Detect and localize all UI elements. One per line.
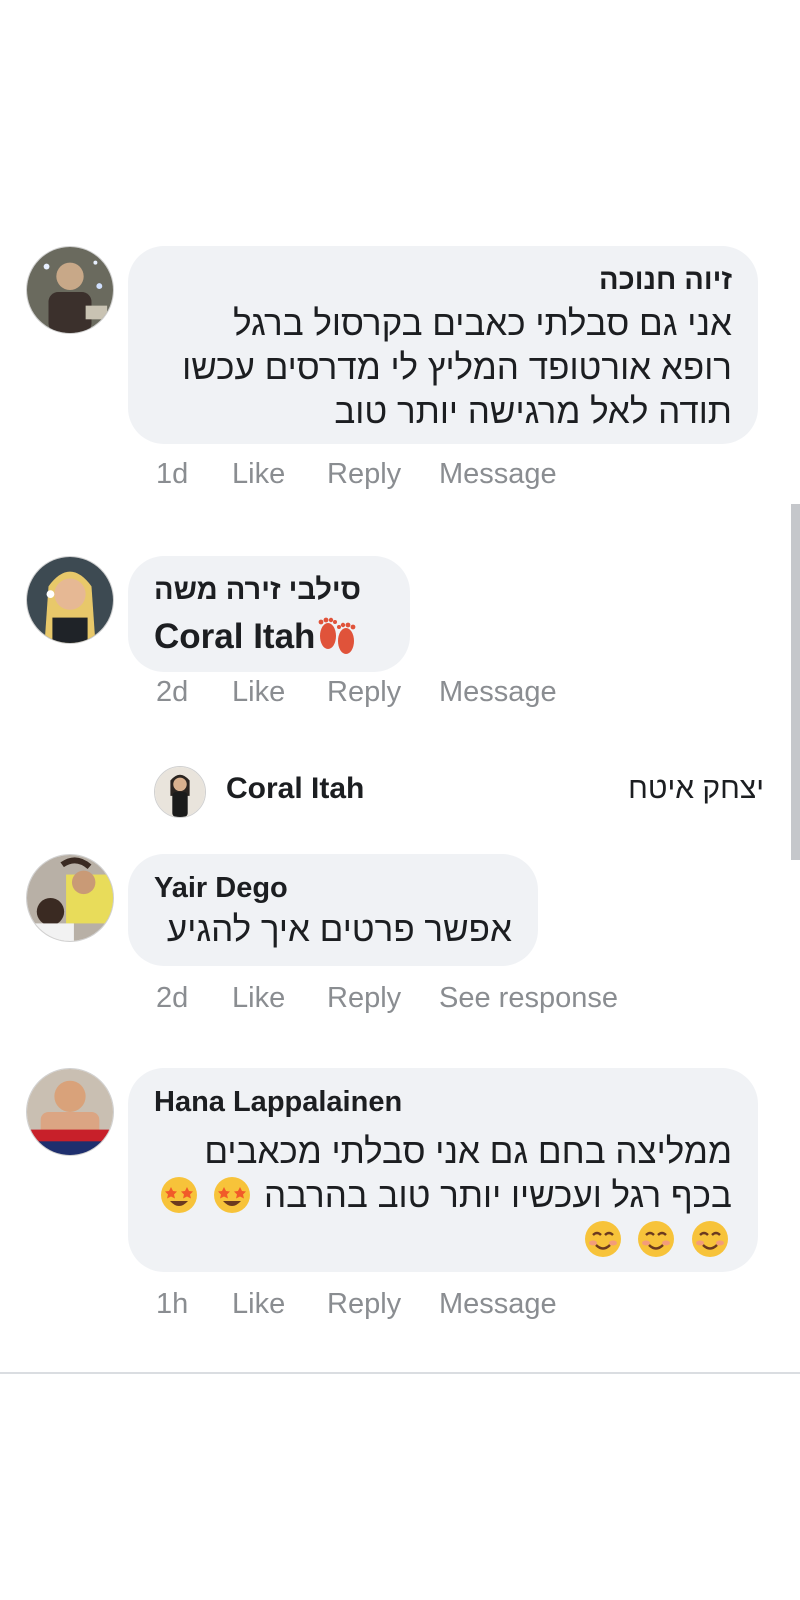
like-button[interactable]: Like xyxy=(232,676,327,709)
scrollbar[interactable] xyxy=(791,504,800,860)
reply-text: יצחק איטח xyxy=(628,772,764,805)
comment-time: 2d xyxy=(156,676,189,708)
reply-button[interactable]: Reply xyxy=(327,458,439,491)
reply-button[interactable]: Reply xyxy=(327,1288,439,1321)
comment-author[interactable]: זיוה חנוכה xyxy=(154,262,732,298)
comment-actions: 2d Like Reply Message xyxy=(156,676,557,709)
comment-text: אפשר פרטים איך להגיע xyxy=(166,910,512,949)
message-button[interactable]: Message xyxy=(439,676,557,709)
comments-screen: זיוה חנוכה אני גם סבלתי כאבים בקרסול ברג… xyxy=(0,0,800,1600)
message-button[interactable]: Message xyxy=(439,1288,557,1321)
comment-bubble: Yair Dego אפשר פרטים איך להגיע xyxy=(128,854,538,966)
comment-time: 1d xyxy=(156,458,189,490)
smiling-face-icon xyxy=(583,1219,623,1259)
comment-text: ממליצה בחם גם אני סבלתי מכאבים בכף רגל ו… xyxy=(154,1130,732,1262)
star-struck-icon xyxy=(212,1175,252,1215)
reply-button[interactable]: Reply xyxy=(327,676,439,709)
comment-text: אני גם סבלתי כאבים בקרסול ברגל רופא אורט… xyxy=(182,304,732,431)
reply-button[interactable]: Reply xyxy=(327,982,439,1015)
comment-time: 2d xyxy=(156,982,189,1014)
comment-author[interactable]: סילבי זירה משה xyxy=(154,572,384,608)
comment-actions: 2d Like Reply See response xyxy=(156,982,618,1015)
comment-author[interactable]: Hana Lappalainen xyxy=(154,1084,732,1120)
avatar[interactable] xyxy=(26,1068,114,1156)
avatar[interactable] xyxy=(154,766,206,818)
reply-preview[interactable]: Coral Itah יצחק איטח xyxy=(154,764,764,820)
comment-bubble: סילבי זירה משה Coral Itah xyxy=(128,556,410,672)
mention-link[interactable]: Coral Itah xyxy=(154,617,315,656)
avatar[interactable] xyxy=(26,246,114,334)
comment-bubble: Hana Lappalainen ממליצה בחם גם אני סבלתי… xyxy=(128,1068,758,1272)
avatar[interactable] xyxy=(26,854,114,942)
comment-actions: 1h Like Reply Message xyxy=(156,1288,557,1321)
divider xyxy=(0,1372,800,1374)
message-button[interactable]: Message xyxy=(439,458,557,491)
smiling-face-icon xyxy=(690,1219,730,1259)
like-button[interactable]: Like xyxy=(232,1288,327,1321)
like-button[interactable]: Like xyxy=(232,982,327,1015)
comment-time: 1h xyxy=(156,1288,189,1320)
avatar[interactable] xyxy=(26,556,114,644)
see-response-button[interactable]: See response xyxy=(439,982,618,1015)
reply-author[interactable]: Coral Itah xyxy=(226,772,364,806)
footprints-icon xyxy=(315,614,359,656)
comment-actions: 1d Like Reply Message xyxy=(156,458,557,491)
like-button[interactable]: Like xyxy=(232,458,327,491)
comment-bubble: זיוה חנוכה אני גם סבלתי כאבים בקרסול ברג… xyxy=(128,246,758,444)
comment-author[interactable]: Yair Dego xyxy=(154,870,512,906)
smiling-face-icon xyxy=(636,1219,676,1259)
star-struck-icon xyxy=(159,1175,199,1215)
comment-text-content: ממליצה בחם גם אני סבלתי מכאבים בכף רגל ו… xyxy=(204,1132,732,1215)
comment-text: Coral Itah xyxy=(154,614,384,657)
